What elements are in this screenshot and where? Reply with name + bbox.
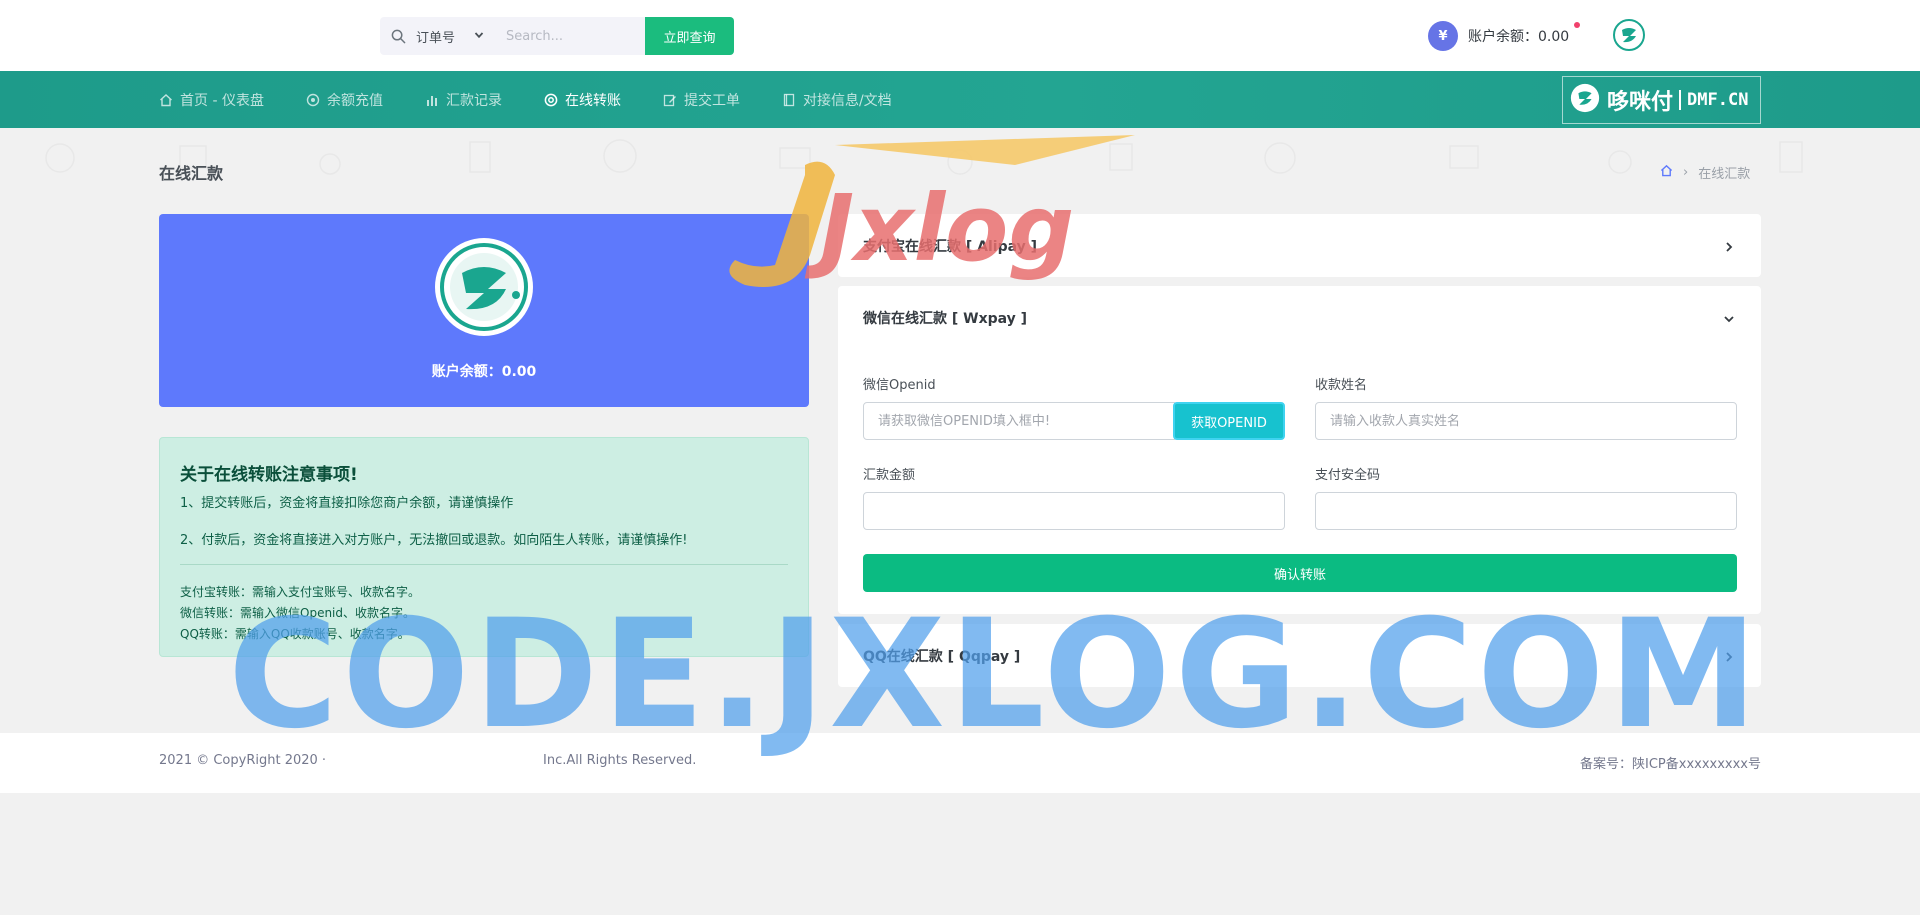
accordion-qqpay-title[interactable]: QQ在线汇款 [ Qqpay ] <box>863 646 1020 666</box>
top-balance[interactable]: ¥ 账户余额：0.00 <box>1428 20 1580 52</box>
openid-label: 微信Openid <box>863 378 936 393</box>
target-icon <box>306 93 320 107</box>
breadcrumb: › 在线汇款 <box>1660 163 1750 182</box>
divider <box>180 564 788 565</box>
nav-item-ticket[interactable]: 提交工单 <box>663 90 740 110</box>
nav-item-label: 提交工单 <box>683 92 740 109</box>
breadcrumb-separator: › <box>1683 165 1689 180</box>
avatar[interactable] <box>1612 18 1646 52</box>
security-code-label: 支付安全码 <box>1315 468 1381 483</box>
chevron-right-icon[interactable] <box>1723 241 1735 253</box>
page-title: 在线汇款 <box>159 164 224 183</box>
top-balance-label: 账户余额：0.00 <box>1468 29 1570 45</box>
accordion-wxpay: 微信在线汇款 [ Wxpay ] 微信Openid 获取OPENID 收款姓名 … <box>838 286 1761 614</box>
nav-item-label: 对接信息/文档 <box>802 92 892 109</box>
brand-name-cn: 哆咪付 <box>1607 90 1674 115</box>
chevron-right-icon[interactable] <box>1723 651 1735 663</box>
openid-input[interactable] <box>863 402 1175 440</box>
top-bar: 订单号 立即查询 ¥ 账户余额：0.00 <box>0 0 1920 71</box>
get-openid-button[interactable]: 获取OPENID <box>1173 402 1285 440</box>
notification-dot <box>1574 22 1580 28</box>
amount-input[interactable] <box>863 492 1285 530</box>
search-group: 订单号 立即查询 <box>380 17 734 55</box>
home-icon <box>159 93 173 107</box>
nav-item-label: 汇款记录 <box>445 92 502 109</box>
search-type-select[interactable]: 订单号 <box>416 27 492 46</box>
notice-line: 1、提交转账后，资金将直接扣除您商户余额，请谨慎操作 <box>180 496 514 511</box>
nav-item-label: 首页 - 仪表盘 <box>180 92 264 109</box>
book-icon <box>782 93 796 107</box>
profile-balance: 账户余额：0.00 <box>431 364 537 380</box>
profile-logo <box>434 237 534 337</box>
yen-icon: ¥ <box>1428 21 1458 51</box>
search-icon <box>380 29 416 44</box>
nav-item-docs[interactable]: 对接信息/文档 <box>782 90 892 110</box>
accordion-qqpay[interactable]: QQ在线汇款 [ Qqpay ] <box>838 624 1761 687</box>
footer-copyright: 2021 © CopyRight 2020 · <box>159 753 327 768</box>
nav-item-label: 余额充值 <box>326 92 383 109</box>
nav-item-label: 在线转账 <box>564 92 621 109</box>
accordion-alipay[interactable]: 支付宝在线汇款 [ Alipay ] <box>838 214 1761 277</box>
payee-name-input[interactable] <box>1315 402 1737 440</box>
notice-tip: QQ转账：需输入QQ收款账号、收款名字。 <box>180 627 410 641</box>
brand-name-en: DMF.CN <box>1679 90 1748 110</box>
footer: 2021 © CopyRight 2020 · Inc.All Rights R… <box>0 733 1920 793</box>
accordion-alipay-title[interactable]: 支付宝在线汇款 [ Alipay ] <box>863 236 1037 256</box>
notice-tip: 微信转账：需输入微信Openid、收款名字。 <box>180 606 416 620</box>
search-type-label: 订单号 <box>416 30 456 46</box>
home-icon[interactable] <box>1660 164 1673 181</box>
nav-item-records[interactable]: 汇款记录 <box>425 90 502 110</box>
footer-rights: Inc.All Rights Reserved. <box>543 753 697 768</box>
life-ring-icon <box>544 93 558 107</box>
accordion-wxpay-title[interactable]: 微信在线汇款 [ Wxpay ] <box>863 308 1027 328</box>
nav-item-dashboard[interactable]: 首页 - 仪表盘 <box>159 90 264 110</box>
brand-mark-icon <box>1569 82 1601 118</box>
notice-line: 2、付款后，资金将直接进入对方账户，无法撤回或退款。如向陌生人转账，请谨慎操作! <box>180 533 688 548</box>
payee-name-label: 收款姓名 <box>1315 378 1368 393</box>
search-box: 订单号 <box>380 17 645 55</box>
decorative-pattern <box>45 139 1803 175</box>
search-button[interactable]: 立即查询 <box>645 17 734 55</box>
edit-icon <box>663 93 677 107</box>
search-input[interactable] <box>492 17 632 55</box>
notice-tip: 支付宝转账：需输入支付宝账号、收款名字。 <box>180 585 421 599</box>
amount-label: 汇款金额 <box>863 468 916 483</box>
footer-icp[interactable]: 备案号：陕ICP备xxxxxxxxx号 <box>1580 753 1761 772</box>
chevron-down-icon <box>474 29 484 44</box>
main-nav: 首页 - 仪表盘 余额充值 汇款记录 在线转账 提交工单 对接信息/文档 哆咪付… <box>0 71 1920 128</box>
nav-item-transfer[interactable]: 在线转账 <box>544 90 621 110</box>
chevron-down-icon[interactable] <box>1723 313 1735 325</box>
bar-chart-icon <box>425 93 439 107</box>
nav-item-recharge[interactable]: 余额充值 <box>306 90 383 110</box>
security-code-input[interactable] <box>1315 492 1737 530</box>
notice-card: 关于在线转账注意事项! 1、提交转账后，资金将直接扣除您商户余额，请谨慎操作 2… <box>159 437 809 657</box>
confirm-transfer-button[interactable]: 确认转账 <box>863 554 1737 592</box>
breadcrumb-current: 在线汇款 <box>1698 167 1751 182</box>
notice-title: 关于在线转账注意事项! <box>180 465 358 485</box>
profile-card: 账户余额：0.00 <box>159 214 809 407</box>
brand-logo[interactable]: 哆咪付 DMF.CN <box>1562 76 1761 124</box>
